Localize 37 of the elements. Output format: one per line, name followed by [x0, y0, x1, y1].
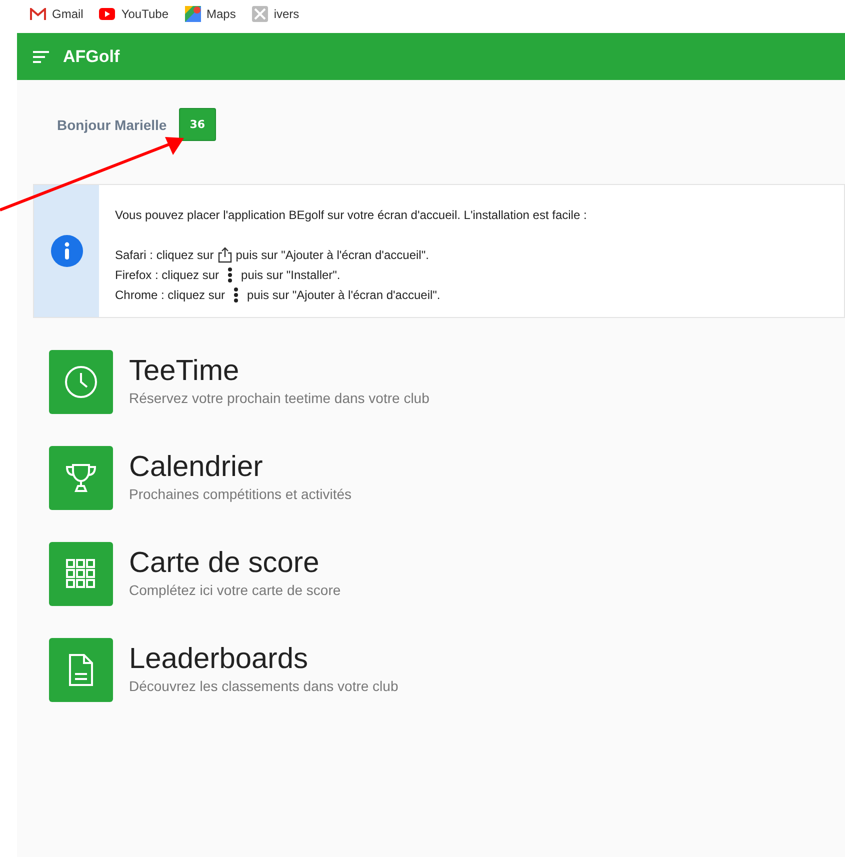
menu-title[interactable]: Calendrier [129, 450, 352, 484]
menu-tile[interactable] [49, 350, 113, 414]
instruction-text: puis sur "Ajouter à l'écran d'accueil". [247, 287, 440, 304]
instruction-text: Safari : cliquez sur [115, 247, 214, 264]
menu-tile[interactable] [49, 638, 113, 702]
clock-icon [64, 365, 98, 399]
menu-subtitle: Découvrez les classements dans votre club [129, 677, 398, 696]
menu-subtitle: Complétez ici votre carte de score [129, 581, 341, 600]
menu-subtitle: Prochaines compétitions et activités [129, 485, 352, 504]
handicap-badge: 36 [178, 108, 216, 141]
grid-icon [66, 559, 96, 589]
menu-icon[interactable] [33, 50, 49, 62]
share-icon [218, 247, 232, 263]
play-icon [99, 8, 116, 20]
menu-title[interactable]: Leaderboards [129, 642, 398, 676]
menu-title[interactable]: Carte de score [129, 546, 341, 580]
instruction-text: puis sur "Ajouter à l'écran d'accueil". [236, 247, 429, 264]
app-title: AFGolf [63, 46, 120, 66]
instruction-text: Chrome : cliquez sur [115, 287, 226, 304]
bookmark-link[interactable]: ivers [252, 6, 300, 22]
info-icon [50, 235, 82, 267]
instruction-text: puis sur "Installer". [241, 267, 340, 284]
menu-subtitle: Réservez votre prochain teetime dans votre club [129, 389, 430, 408]
menu-tile[interactable] [49, 542, 113, 606]
cross-icon [252, 6, 268, 22]
mail-icon [30, 8, 46, 20]
document-icon [69, 654, 93, 686]
instruction-text: Firefox : cliquez sur [115, 267, 220, 284]
menu-tile[interactable] [49, 446, 113, 510]
trophy-icon [64, 463, 98, 493]
bookmark-link[interactable]: Maps [184, 6, 236, 22]
greeting-text: Bonjour Marielle [57, 116, 167, 132]
info-text: Vous pouvez placer l'application BEgolf sur votre écran d'accueil. L'installation est facile : [115, 208, 587, 222]
map-pin-icon [184, 6, 200, 22]
bookmark-link[interactable]: YouTube [99, 7, 168, 21]
menu-title[interactable]: TeeTime [129, 354, 430, 388]
bookmark-link[interactable]: Gmail [30, 7, 84, 21]
